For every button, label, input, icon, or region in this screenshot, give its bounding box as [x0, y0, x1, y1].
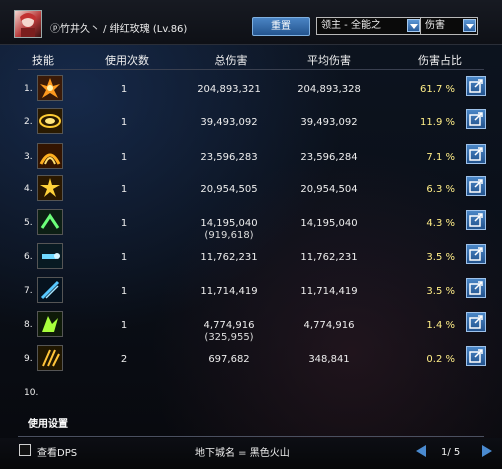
row-rank: 10.: [24, 388, 39, 398]
chevron-right-icon[interactable]: [482, 445, 492, 457]
detail-popup-icon[interactable]: [466, 244, 486, 264]
row-rank: 9.: [24, 354, 33, 364]
row-total: 204,893,321: [197, 84, 261, 95]
row-uses: 1: [120, 320, 128, 331]
table-row: 10.: [0, 376, 502, 406]
column-header-share: 伤害占比: [418, 54, 462, 67]
row-share: 7.1 %: [426, 152, 455, 163]
row-uses: 1: [120, 84, 128, 95]
show-dps-checkbox[interactable]: [19, 444, 31, 456]
detail-popup-icon[interactable]: [466, 144, 486, 164]
detail-popup-icon[interactable]: [466, 312, 486, 332]
row-rank: 7.: [24, 286, 33, 296]
row-rank: 1.: [24, 84, 33, 94]
row-average: 20,954,504: [300, 184, 358, 195]
table-row: 1. 1 204,893,321 204,893,328 61.7 %: [0, 72, 502, 102]
chevron-down-icon[interactable]: [407, 19, 420, 32]
dungeon-name: 地下城名 = 黑色火山: [195, 448, 290, 459]
row-average: 4,774,916: [303, 320, 355, 331]
row-share: 3.5 %: [426, 286, 455, 297]
row-total: 697,682: [208, 354, 250, 365]
row-rank: 6.: [24, 252, 33, 262]
detail-popup-icon[interactable]: [466, 210, 486, 230]
row-average: 348,841: [308, 354, 350, 365]
table-row: 2. 1 39,493,092 39,493,092 11.9 %: [0, 105, 502, 135]
row-uses: 1: [120, 286, 128, 297]
chevron-left-icon[interactable]: [416, 445, 426, 457]
row-total: 39,493,092: [200, 117, 258, 128]
footer-divider: [18, 436, 484, 437]
table-row: 4. 1 20,954,505 20,954,504 6.3 %: [0, 172, 502, 202]
column-header-uses: 使用次数: [105, 54, 149, 67]
row-average: 14,195,040: [300, 218, 358, 229]
row-uses: 1: [120, 184, 128, 195]
dps-meter-window: ⓟ竹井久丶 / 绯红玫瑰 (Lv.86) 重置 领主 - 全能之 伤害 技能 使…: [0, 0, 502, 469]
column-header-skill: 技能: [32, 54, 54, 67]
metric-value: 伤害: [425, 20, 445, 31]
blue-blade-icon: [37, 277, 63, 303]
character-name: ⓟ竹井久丶 / 绯红玫瑰 (Lv.86): [50, 24, 188, 35]
row-average: 11,762,231: [300, 252, 358, 263]
detail-popup-icon[interactable]: [466, 109, 486, 129]
row-total: 14,195,040: [200, 218, 258, 229]
row-share: 3.5 %: [426, 252, 455, 263]
row-average: 39,493,092: [300, 117, 358, 128]
column-header-average: 平均伤害: [307, 54, 351, 67]
detail-popup-icon[interactable]: [466, 346, 486, 366]
table-row: 3. 1 23,596,283 23,596,284 7.1 %: [0, 140, 502, 170]
row-uses: 1: [120, 117, 128, 128]
boss-mode-select[interactable]: 领主 - 全能之: [316, 17, 422, 35]
row-share: 4.3 %: [426, 218, 455, 229]
row-average: 11,714,419: [300, 286, 358, 297]
green-shard-icon: [37, 311, 63, 337]
chevron-down-icon[interactable]: [463, 19, 476, 32]
table-row: 6. 1 11,762,231 11,762,231 3.5 %: [0, 240, 502, 270]
flame-slash-icon: [37, 143, 63, 169]
character-portrait: [14, 10, 42, 38]
table-row: 8. 1 4,774,916 (325,955) 4,774,916 1.4 %: [0, 308, 502, 343]
boss-mode-value: 领主 - 全能之: [321, 20, 381, 31]
row-share: 0.2 %: [426, 354, 455, 365]
row-total: 4,774,916: [203, 320, 255, 331]
row-share: 6.3 %: [426, 184, 455, 195]
row-total: 23,596,283: [200, 152, 258, 163]
row-share: 11.9 %: [420, 117, 455, 128]
row-uses: 1: [120, 152, 128, 163]
golden-claw-icon: [37, 345, 63, 371]
spiral-beam-icon: [37, 108, 63, 134]
detail-popup-icon[interactable]: [466, 76, 486, 96]
row-total: 20,954,505: [200, 184, 258, 195]
row-rank: 5.: [24, 218, 33, 228]
detail-popup-icon[interactable]: [466, 176, 486, 196]
reset-button[interactable]: 重置: [252, 17, 310, 36]
row-uses: 2: [120, 354, 128, 365]
table-row: 7. 1 11,714,419 11,714,419 3.5 %: [0, 274, 502, 304]
tab-settings[interactable]: 使用设置: [18, 414, 88, 436]
row-rank: 8.: [24, 320, 33, 330]
row-share: 61.7 %: [420, 84, 455, 95]
row-average: 23,596,284: [300, 152, 358, 163]
table-row: 9. 2 697,682 348,841 0.2 %: [0, 342, 502, 372]
header-divider: [18, 69, 484, 70]
row-average: 204,893,328: [297, 84, 361, 95]
metric-select[interactable]: 伤害: [420, 17, 478, 35]
row-rank: 4.: [24, 184, 33, 194]
green-arrow-icon: [37, 209, 63, 235]
row-total: 11,762,231: [200, 252, 258, 263]
detail-popup-icon[interactable]: [466, 278, 486, 298]
row-total: 11,714,419: [200, 286, 258, 297]
page-indicator: 1/ 5: [441, 447, 461, 458]
row-share: 1.4 %: [426, 320, 455, 331]
cannon-icon: [37, 243, 63, 269]
title-bar: ⓟ竹井久丶 / 绯红玫瑰 (Lv.86) 重置 领主 - 全能之 伤害: [0, 0, 502, 45]
table-row: 5. 1 14,195,040 (919,618) 14,195,040 4.3…: [0, 206, 502, 241]
row-rank: 2.: [24, 117, 33, 127]
lightning-burst-icon: [37, 75, 63, 101]
row-rank: 3.: [24, 152, 33, 162]
star-burst-icon: [37, 175, 63, 201]
column-header-total: 总伤害: [214, 54, 248, 67]
row-uses: 1: [120, 218, 128, 229]
show-dps-label: 查看DPS: [37, 448, 78, 459]
row-uses: 1: [120, 252, 128, 263]
